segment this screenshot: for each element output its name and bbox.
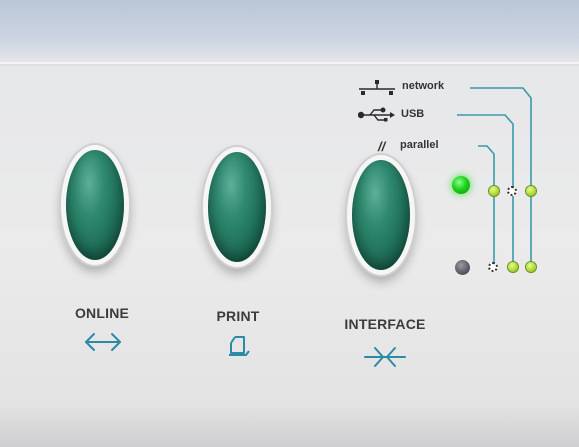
parallel-label: parallel: [400, 139, 439, 151]
online-button[interactable]: [66, 150, 124, 260]
usb-indicator-top: [507, 186, 517, 196]
page-icon: [229, 336, 250, 356]
online-label: ONLINE: [74, 305, 130, 321]
left-right-arrow-icon: [85, 333, 121, 351]
parallel-icon: //: [378, 139, 386, 154]
interface-label: INTERFACE: [344, 316, 426, 332]
print-button[interactable]: [208, 152, 266, 262]
status-led-lit: [452, 176, 470, 194]
print-label: PRINT: [216, 308, 260, 324]
status-led-unlit: [455, 260, 470, 275]
inward-arrows-icon: [364, 347, 406, 367]
interface-button[interactable]: [352, 160, 410, 270]
network-icon: [359, 80, 395, 95]
parallel-indicator-top: [489, 186, 499, 196]
printer-control-panel: ONLINE PRINT INTERFACE network USB // pa…: [0, 0, 579, 447]
usb-indicator-bottom: [508, 262, 518, 272]
parallel-indicator-bottom: [488, 262, 498, 272]
usb-icon: [358, 107, 395, 122]
network-indicator-top: [526, 186, 536, 196]
network-indicator-bottom: [526, 262, 536, 272]
usb-label: USB: [401, 108, 425, 120]
network-label: network: [402, 80, 445, 92]
